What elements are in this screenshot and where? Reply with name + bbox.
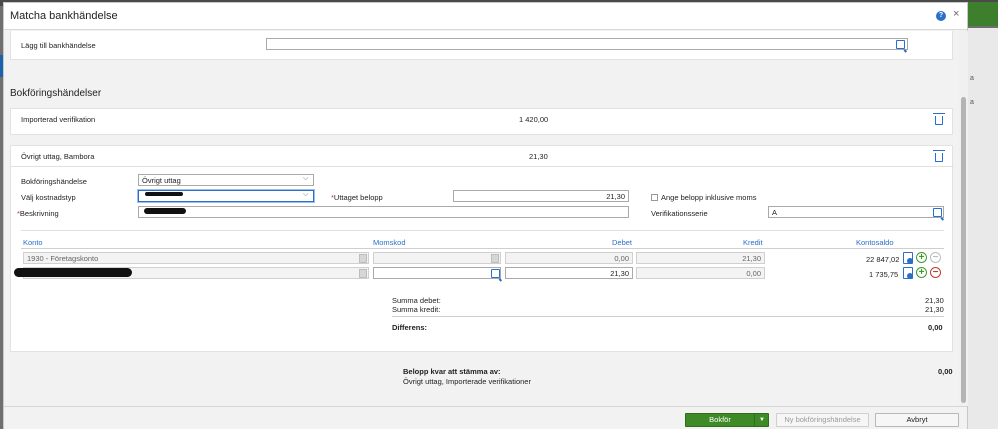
redacted-scribble [144,208,186,214]
cancel-button[interactable]: Avbryt [875,413,959,427]
summa-debet-label: Summa debet: [392,296,441,305]
document-icon [491,254,499,263]
row1-momskod[interactable] [373,252,501,264]
withdrawn-label: *Uttaget belopp [331,193,383,202]
redacted-scribble [145,192,183,196]
dialog-titlebar: Matcha bankhändelse ? × [4,3,967,30]
add-row-icon[interactable]: + [916,267,927,278]
summa-kredit-label: Summa kredit: [392,305,441,314]
remaining-value: 0,00 [938,367,953,376]
entry-card: Övrigt uttag, Bambora 21,30 Bokföringshä… [10,145,954,352]
imported-label: Importerad verifikation [21,115,96,124]
match-bank-event-dialog: Matcha bankhändelse ? × Lägg till bankhä… [3,2,968,429]
search-icon[interactable] [933,208,942,217]
entry-header: Övrigt uttag, Bambora [21,152,95,161]
description-input[interactable] [138,206,629,218]
summa-debet-value: 21,30 [925,296,944,305]
document-icon [359,269,367,278]
entry-amount: 21,30 [529,152,548,161]
summa-kredit-value: 21,30 [925,305,944,314]
row1-kredit[interactable]: 21,30 [636,252,765,264]
imported-amount: 1 420,00 [519,115,549,124]
dialog-content: Lägg till bankhändelse Bokföringshändels… [4,31,959,406]
divider [21,248,944,249]
trash-icon[interactable] [933,150,945,162]
event-type-label: Bokföringshändelse [21,177,87,186]
col-momskod: Momskod [373,238,406,247]
diff-value: 0,00 [928,323,943,332]
background-green-button [965,2,998,26]
col-konto: Konto [23,238,43,247]
divider [392,316,944,317]
remaining-label: Belopp kvar att stämma av: [403,367,501,376]
series-input[interactable]: A [768,206,944,218]
account-icon[interactable] [903,267,913,279]
divider [11,166,954,167]
remove-row-icon[interactable]: − [930,267,941,278]
document-icon [359,254,367,263]
redacted-scribble [14,268,132,277]
row2-debet[interactable]: 21,30 [505,267,633,279]
add-row-icon[interactable]: + [916,252,927,263]
col-kontosaldo: Kontosaldo [856,238,894,247]
imported-verification-card: Importerad verifikation 1 420,00 [10,108,953,135]
remaining-sub: Övrigt uttag, Importerade verifikationer [403,377,531,386]
search-icon[interactable] [491,269,500,278]
row1-saldo: 22 847,02 [866,255,900,264]
row2-kredit[interactable]: 0,00 [636,267,765,279]
col-debet: Debet [612,238,633,247]
withdrawn-amount-input[interactable]: 21,30 [453,190,629,202]
add-bank-event-label: Lägg till bankhändelse [21,41,96,50]
close-icon[interactable]: × [953,8,959,20]
cost-type-label: Välj kostnadstyp [21,193,76,202]
divider [21,230,944,231]
background-text: a [970,99,974,106]
search-icon[interactable] [896,40,905,49]
trash-icon[interactable] [933,113,945,125]
col-kredit: Kredit [743,238,763,247]
incl-vat-checkbox[interactable] [651,194,658,201]
dialog-scrollbar[interactable] [959,31,968,406]
account-icon[interactable] [903,252,913,264]
background-right-panel: a a [967,28,998,429]
book-button[interactable]: Bokför ▼ [685,413,769,427]
series-label: Verifikationsserie [651,209,708,218]
section-title: Bokföringshändelser [10,88,102,99]
add-bank-event-input[interactable] [266,38,908,50]
new-event-button[interactable]: Ny bokföringshändelse [776,413,869,427]
chevron-down-icon[interactable]: ▼ [754,414,769,426]
diff-label: Differens: [392,323,428,332]
chevron-down-icon: ⌵ [303,175,309,182]
row2-momskod[interactable] [373,267,501,279]
dialog-title: Matcha bankhändelse [10,10,118,22]
add-bank-event-card: Lägg till bankhändelse [10,31,953,60]
incl-vat-label: Ange belopp inklusive moms [661,193,757,202]
background-text: a [970,75,974,82]
description-label: *Beskrivning [17,209,59,218]
event-type-select[interactable]: Övrigt uttag [138,174,314,186]
row1-debet[interactable]: 0,00 [505,252,633,264]
dialog-footer: Bokför ▼ Ny bokföringshändelse Avbryt [4,406,967,429]
remove-row-icon[interactable]: − [930,252,941,263]
book-button-label: Bokför [709,415,731,424]
chevron-down-icon: ⌵ [303,191,309,198]
scroll-thumb[interactable] [961,97,966,403]
row1-konto[interactable]: 1930 - Företagskonto [23,252,369,264]
row2-saldo: 1 735,75 [869,270,899,279]
help-icon[interactable]: ? [936,11,946,21]
